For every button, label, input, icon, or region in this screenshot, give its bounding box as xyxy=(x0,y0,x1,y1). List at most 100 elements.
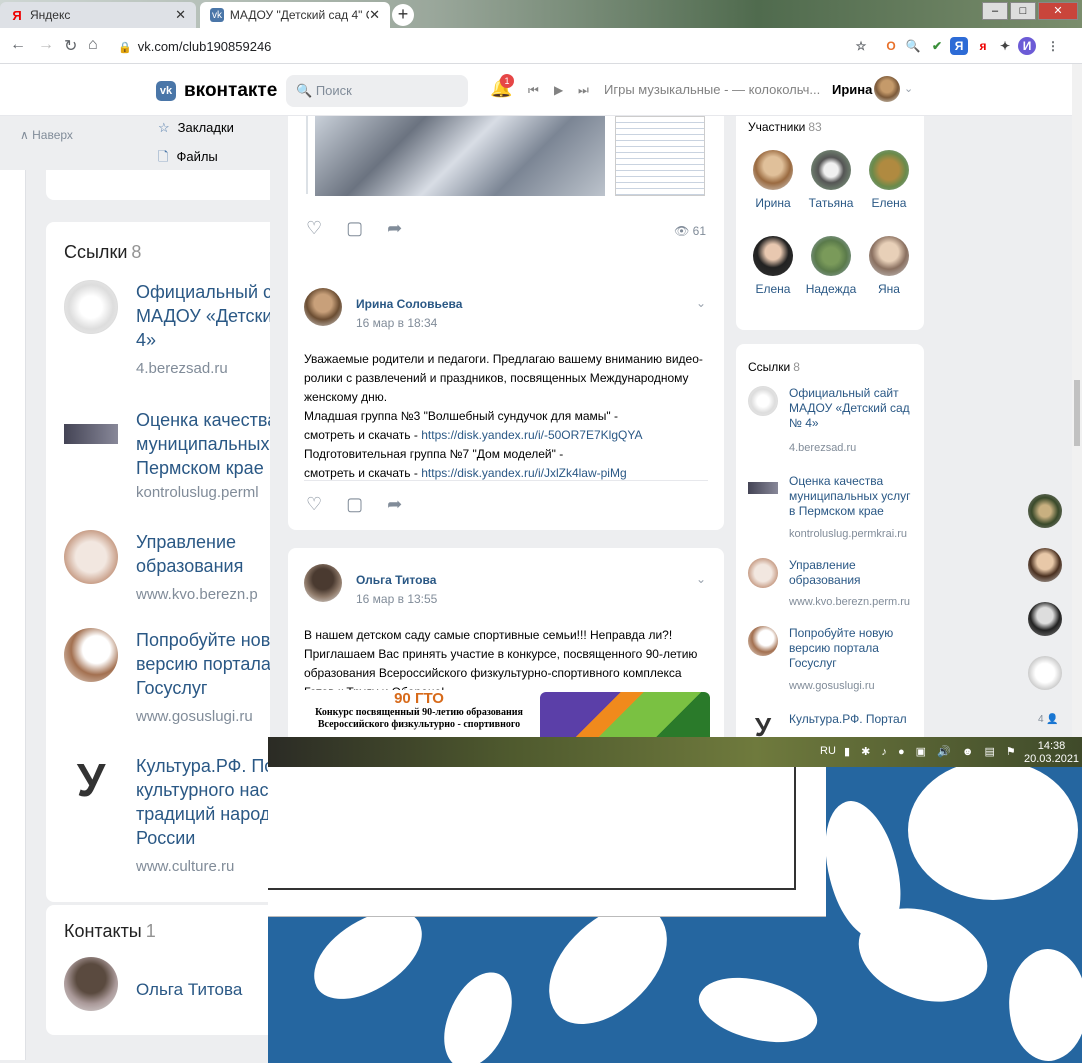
post-link[interactable]: https://disk.yandex.ru/i/-50OR7E7KlgQYA xyxy=(421,428,642,442)
post-actions: ♡ ▢ ➦ xyxy=(306,218,402,239)
link-title: Оценка качества муниципальных Пермском кра… xyxy=(136,410,278,478)
avatar[interactable] xyxy=(304,288,342,326)
close-icon[interactable]: ✕ xyxy=(175,7,186,23)
members-title[interactable]: Участники 83 xyxy=(748,120,822,134)
next-icon[interactable]: ⏭ xyxy=(578,83,589,98)
comment-icon[interactable]: ▢ xyxy=(346,494,363,515)
menu-item-files[interactable]: 🗋 Файлы xyxy=(158,148,218,170)
post-image[interactable] xyxy=(315,116,605,196)
chat-count[interactable]: 4 👤 xyxy=(1038,714,1059,725)
avatar[interactable] xyxy=(64,957,118,1011)
scrollbar[interactable] xyxy=(1072,64,1082,737)
post-link[interactable]: https://disk.yandex.ru/i/JxlZk4law-piMg xyxy=(421,466,626,480)
puzzle-icon[interactable]: ✦ xyxy=(996,37,1014,55)
maximize-button[interactable]: □ xyxy=(1010,2,1036,20)
minimize-button[interactable]: – xyxy=(982,2,1008,20)
check-ext-icon[interactable]: ✔ xyxy=(928,37,946,55)
logo-icon xyxy=(748,482,778,494)
links-title[interactable]: Ссылки 8 xyxy=(748,360,800,374)
post-author[interactable]: Ирина Соловьева xyxy=(356,297,462,311)
member[interactable]: Надежда xyxy=(802,236,860,296)
background-links-title: Ссылки 8 xyxy=(64,242,142,262)
chevron-down-icon[interactable]: ⌄ xyxy=(696,296,706,310)
chat-avatar[interactable] xyxy=(1028,656,1062,690)
play-icon[interactable]: ▶ xyxy=(554,83,563,97)
system-tray-icons[interactable]: ▮ ✱ ♪ ● ▣ 🔊 ☻ ▤ ⚑ xyxy=(844,745,1020,758)
like-icon[interactable]: ♡ xyxy=(306,494,322,515)
star-icon: ☆ xyxy=(158,120,170,135)
link-title: Попробуйте новую версию портала Госуслуг xyxy=(789,626,894,670)
ext-icon[interactable]: Я xyxy=(950,37,968,55)
link-title: Культура.РФ. Портал xyxy=(789,712,907,726)
share-icon[interactable]: ➦ xyxy=(387,218,402,239)
avatar[interactable] xyxy=(304,564,342,602)
member[interactable]: Татьяна xyxy=(802,150,860,210)
culture-logo-icon: У xyxy=(748,712,778,737)
vk-icon: vk xyxy=(210,8,224,22)
share-icon[interactable]: ➦ xyxy=(387,494,402,515)
contact-name[interactable]: Ольга Титова xyxy=(136,980,242,1000)
scrollbar-thumb[interactable] xyxy=(1074,380,1080,446)
post-date[interactable]: 16 мар в 13:55 xyxy=(356,592,437,606)
new-tab-button[interactable]: + xyxy=(392,4,414,26)
tab-yandex[interactable]: Я Яндекс ✕ xyxy=(0,2,196,28)
image-icon xyxy=(748,558,778,588)
like-icon[interactable]: ♡ xyxy=(306,218,322,239)
chevron-down-icon[interactable]: ⌄ xyxy=(696,572,706,586)
background-contacts-card: Контакты 1 Ольга Титова xyxy=(46,905,286,1035)
link-url: kontroluslug.permkrai.ru xyxy=(789,528,907,540)
chat-avatar[interactable] xyxy=(1028,548,1062,582)
post-image[interactable] xyxy=(540,692,710,737)
post-date[interactable]: 16 мар в 18:34 xyxy=(356,316,437,330)
profile-icon[interactable]: И xyxy=(1018,37,1036,55)
post-text: Уважаемые родители и педагоги. Предлагаю… xyxy=(304,352,703,480)
tab-label: Яндекс xyxy=(30,8,71,22)
comment-icon[interactable]: ▢ xyxy=(346,218,363,239)
post-actions: ♡ ▢ ➦ xyxy=(306,494,402,515)
chevron-down-icon[interactable]: ⌄ xyxy=(904,82,913,95)
post-image[interactable] xyxy=(615,116,705,196)
user-name[interactable]: Ирина xyxy=(832,82,872,97)
post-author[interactable]: Ольга Титова xyxy=(356,573,436,587)
clock[interactable]: 14:38 20.03.2021 xyxy=(1024,740,1079,766)
search-input[interactable]: 🔍 Поиск xyxy=(286,75,468,107)
tab-vk[interactable]: vk МАДОУ "Детский сад 4" СЕРЕБР ✕ xyxy=(200,2,390,28)
vk-logo[interactable]: vk вконтакте xyxy=(156,80,277,102)
link-title: Культура.РФ. Пор культурного насл традиций… xyxy=(136,756,285,848)
yandex-icon: Я xyxy=(12,7,22,23)
menu-item-bookmarks[interactable]: ☆ Закладки xyxy=(158,120,234,136)
member[interactable]: Яна xyxy=(860,236,918,296)
close-icon[interactable]: ✕ xyxy=(369,7,380,23)
chat-avatar[interactable] xyxy=(1028,494,1062,528)
member[interactable]: Ирина xyxy=(744,150,802,210)
star-icon[interactable]: ☆ xyxy=(852,37,870,55)
previous-icon[interactable]: ⏮ xyxy=(528,83,539,98)
right-column: Участники 83 Ирина Татьяна Елена Елена На… xyxy=(736,116,1082,737)
post-image[interactable]: 90 ГТО Конкурс посвященный 90-летию обра… xyxy=(304,690,534,737)
avatar[interactable] xyxy=(874,76,900,102)
member[interactable]: Елена xyxy=(744,236,802,296)
culture-logo-icon: У xyxy=(64,754,118,808)
close-window-button[interactable]: ✕ xyxy=(1038,2,1078,20)
forward-icon[interactable]: → xyxy=(38,36,54,54)
track-title[interactable]: Игры музыкальные - — колокольч... xyxy=(604,82,820,97)
home-icon[interactable]: ⌂ xyxy=(88,36,98,54)
back-icon[interactable]: ← xyxy=(10,36,26,54)
link-title: Официальный сайт МАДОУ «Детский сад № 4» xyxy=(789,386,910,430)
opera-ext-icon[interactable]: O xyxy=(882,37,900,55)
chat-avatar[interactable] xyxy=(1028,602,1062,636)
gosuslugi-icon xyxy=(64,628,118,682)
reload-icon[interactable]: ↻ xyxy=(64,36,77,56)
link-url: www.kvo.berezn.p xyxy=(136,586,258,603)
member[interactable]: Елена xyxy=(860,150,918,210)
menu-icon[interactable]: ⋮ xyxy=(1044,37,1062,55)
language-indicator[interactable]: RU xyxy=(820,745,836,757)
url-field[interactable]: 🔒 vk.com/club190859246 xyxy=(118,39,271,54)
link-url: 4.berezsad.ru xyxy=(136,360,228,377)
scroll-up-link[interactable]: ∧ Наверх xyxy=(20,128,73,142)
vk-icon: vk xyxy=(156,81,176,101)
yandex-ext-icon[interactable]: я xyxy=(974,37,992,55)
search-ext-icon[interactable]: 🔍 xyxy=(904,37,922,55)
tab-bar: Я Яндекс ✕ vk МАДОУ "Детский сад 4" СЕРЕ… xyxy=(0,0,1082,28)
contacts-title: Контакты 1 xyxy=(64,921,156,941)
